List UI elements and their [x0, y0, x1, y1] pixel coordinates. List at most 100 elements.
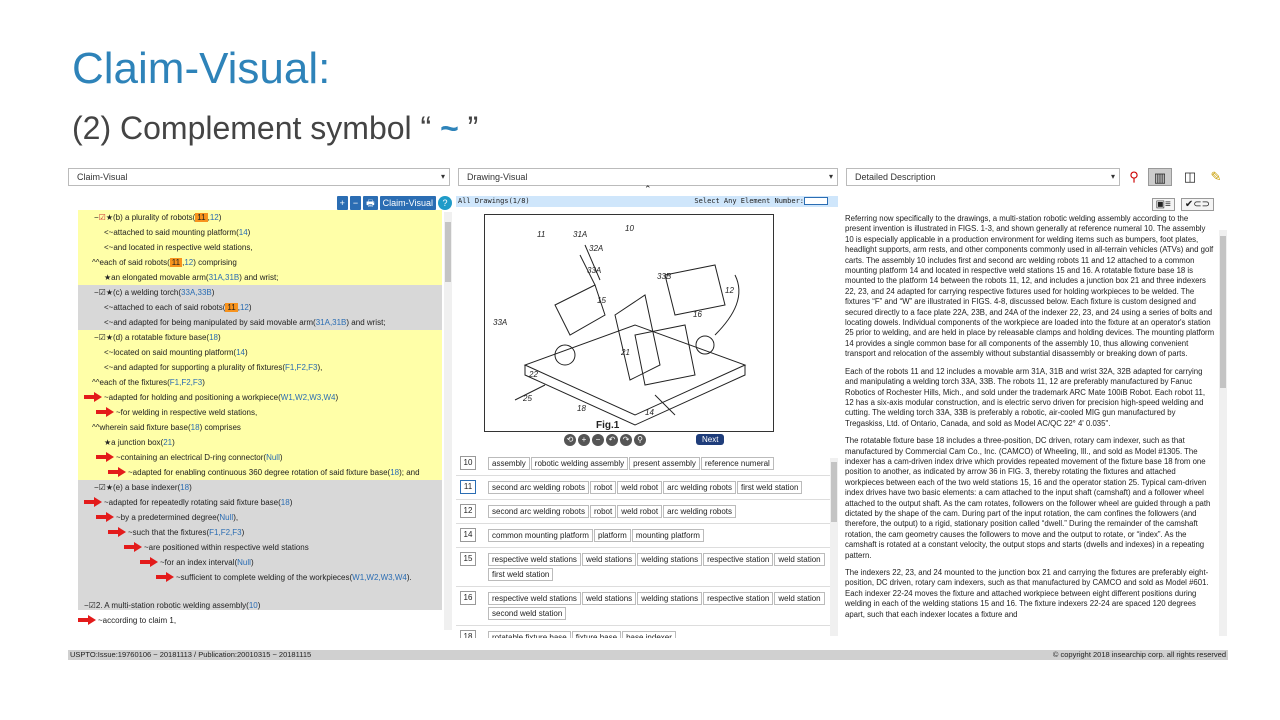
claim-line[interactable]: −☑2. A multi-station robotic welding ass…	[78, 598, 442, 613]
claim-line[interactable]: <~and adapted for supporting a plurality…	[78, 360, 442, 375]
element-term-tag[interactable]: assembly	[488, 457, 530, 470]
claim-line[interactable]: ~containing an electrical D-ring connect…	[78, 450, 442, 465]
copyright: © copyright 2018 insearchip corp. all ri…	[1052, 650, 1226, 659]
element-term-tag[interactable]: robot	[589, 505, 617, 518]
element-term-tag[interactable]: base indexer	[622, 631, 676, 638]
element-term-tag[interactable]: robotic welding assembly	[530, 457, 629, 470]
element-number-input[interactable]	[804, 197, 828, 205]
claim-line[interactable]: ~sufficient to complete welding of the w…	[78, 570, 442, 585]
claim-line[interactable]: ~for an index interval(Null)	[78, 555, 442, 570]
search-icon[interactable]: ⚲	[1122, 168, 1146, 186]
rotate-right-icon[interactable]: ↷	[620, 434, 632, 446]
red-arrow-icon	[84, 392, 102, 402]
middle-scrollbar[interactable]	[830, 458, 838, 636]
claim-line[interactable]: ^^each of the fixtures(F1,F2,F3)	[78, 375, 442, 390]
svg-text:10: 10	[625, 224, 634, 233]
element-number[interactable]: 18	[460, 630, 476, 638]
element-term-tag[interactable]: present assembly	[629, 457, 700, 470]
element-term-tag[interactable]: weld stations	[581, 553, 637, 566]
element-term-tag[interactable]: respective weld stations	[488, 553, 581, 566]
description-tools: ▣≡ ✔⊂⊃	[1151, 198, 1214, 211]
element-term-tag[interactable]: mounting platform	[631, 529, 704, 542]
claim-line[interactable]: <~located on said mounting platform(14)	[78, 345, 442, 360]
claim-line[interactable]: <~and located in respective weld station…	[78, 240, 442, 255]
collapse-button[interactable]: −	[349, 196, 362, 210]
claim-visual-button[interactable]: Claim-Visual	[379, 196, 436, 210]
claim-line[interactable]: ~adapted for repeatedly rotating said fi…	[78, 495, 442, 510]
claim-line[interactable]: ~by a predetermined degree(Null),	[78, 510, 442, 525]
element-term-tag[interactable]: second arc welding robots	[488, 481, 589, 494]
element-term-tag[interactable]: arc welding robots	[663, 505, 737, 518]
chevron-down-icon: ▾	[828, 172, 833, 181]
collapse-caret-icon[interactable]: ⌃	[644, 184, 652, 195]
element-term-tag[interactable]: weld stations	[581, 592, 637, 605]
expand-button[interactable]: +	[336, 196, 348, 210]
element-term-tag[interactable]: second weld station	[488, 607, 567, 620]
element-term-tag[interactable]: arc welding robots	[663, 481, 737, 494]
element-term-tag[interactable]: fixture base	[571, 631, 622, 638]
element-number[interactable]: 12	[460, 504, 476, 518]
element-number[interactable]: 15	[460, 552, 476, 566]
figure-label: Fig.1	[596, 420, 620, 431]
element-term-tag[interactable]: second arc welding robots	[488, 505, 589, 518]
element-number[interactable]: 14	[460, 528, 476, 542]
element-term-tag[interactable]: first weld station	[488, 568, 554, 581]
element-term-tag[interactable]: weld station	[774, 592, 825, 605]
element-number[interactable]: 10	[460, 456, 476, 470]
claim-line[interactable]: ^^each of said robots(11,12) comprising	[78, 255, 442, 270]
element-term-tag[interactable]: robot	[589, 481, 617, 494]
claim-line[interactable]: ~according to claim 1,	[78, 613, 442, 628]
element-term-tag[interactable]: weld station	[774, 553, 825, 566]
detailed-description-select[interactable]: Detailed Description ▾	[846, 168, 1120, 186]
image-text-icon[interactable]: ▣≡	[1151, 198, 1175, 211]
left-scrollbar[interactable]	[444, 212, 452, 630]
element-number[interactable]: 16	[460, 591, 476, 605]
highlighter-icon[interactable]: ✎	[1204, 168, 1228, 186]
zoom-in-icon[interactable]: +	[578, 434, 590, 446]
claim-line[interactable]: ~for welding in respective weld stations…	[78, 405, 442, 420]
claim-line[interactable]: −☑★(c) a welding torch(33A,33B)	[78, 285, 442, 300]
element-term-tag[interactable]: first weld station	[737, 481, 803, 494]
element-term-tag[interactable]: respective station	[703, 592, 774, 605]
help-icon[interactable]: ?	[438, 196, 452, 210]
red-arrow-icon	[108, 527, 126, 537]
print-button[interactable]: 🖶	[363, 196, 378, 210]
element-term-tag[interactable]: weld robot	[617, 481, 663, 494]
element-term-tag[interactable]: weld robot	[617, 505, 663, 518]
claim-line[interactable]: <~and adapted for being manipulated by s…	[78, 315, 442, 330]
element-row: 10 assembly robotic welding assembly presen…	[456, 452, 832, 476]
claim-visual-panel: + − 🖶 Claim-Visual ? −☑★(b) a plurality …	[68, 196, 452, 630]
claim-line[interactable]: <~attached to said mounting platform(14)	[78, 225, 442, 240]
claim-line[interactable]: −☑★(e) a base indexer(18)	[78, 480, 442, 495]
grid-view-icon[interactable]: ▥	[1148, 168, 1172, 186]
claim-line[interactable]: ^^wherein said fixture base(18) comprise…	[78, 420, 442, 435]
magnify-icon[interactable]: ⚲	[634, 434, 646, 446]
patent-drawing[interactable]: 11 31A 10 32A 33A 12 33B 15 16 33A 22 25 18 14 21	[484, 214, 774, 432]
claim-line[interactable]: <~attached to each of said robots(11,12)	[78, 300, 442, 315]
element-number[interactable]: 11	[460, 480, 476, 494]
element-term-tag[interactable]: platform	[593, 529, 631, 542]
claim-line[interactable]: ~adapted for holding and positioning a w…	[78, 390, 442, 405]
element-term-tag[interactable]: respective station	[703, 553, 774, 566]
zoom-out-icon[interactable]: −	[592, 434, 604, 446]
claim-line[interactable]: ★a junction box(21)	[78, 435, 442, 450]
element-term-tag[interactable]: reference numeral	[700, 457, 774, 470]
claim-line[interactable]: −☑★(b) a plurality of robots(11,12)	[78, 210, 442, 225]
right-scrollbar[interactable]	[1219, 230, 1227, 636]
element-term-tag[interactable]: rotatable fixture base	[488, 631, 571, 638]
element-term-tag[interactable]: welding stations	[637, 553, 703, 566]
claim-visual-select[interactable]: Claim-Visual ▾	[68, 168, 450, 186]
element-term-tag[interactable]: respective weld stations	[488, 592, 581, 605]
element-term-tag[interactable]: welding stations	[637, 592, 703, 605]
claim-line[interactable]: ~are positioned within respective weld s…	[78, 540, 442, 555]
claim-line[interactable]: −☑★(d) a rotatable fixture base(18)	[78, 330, 442, 345]
claim-line[interactable]: ~adapted for enabling continuous 360 deg…	[78, 465, 442, 480]
rotate-left-icon[interactable]: ↶	[606, 434, 618, 446]
claim-line[interactable]: ★an elongated movable arm(31A,31B) and w…	[78, 270, 442, 285]
rotate-icon[interactable]: ⟲	[564, 434, 576, 446]
next-button[interactable]: Next	[696, 434, 725, 445]
element-term-tag[interactable]: common mounting platform	[488, 529, 593, 542]
check-link-icon[interactable]: ✔⊂⊃	[1180, 198, 1214, 211]
claim-line[interactable]: ~such that the fixtures(F1,F2,F3)	[78, 525, 442, 540]
split-view-icon[interactable]: ◫	[1178, 168, 1202, 186]
